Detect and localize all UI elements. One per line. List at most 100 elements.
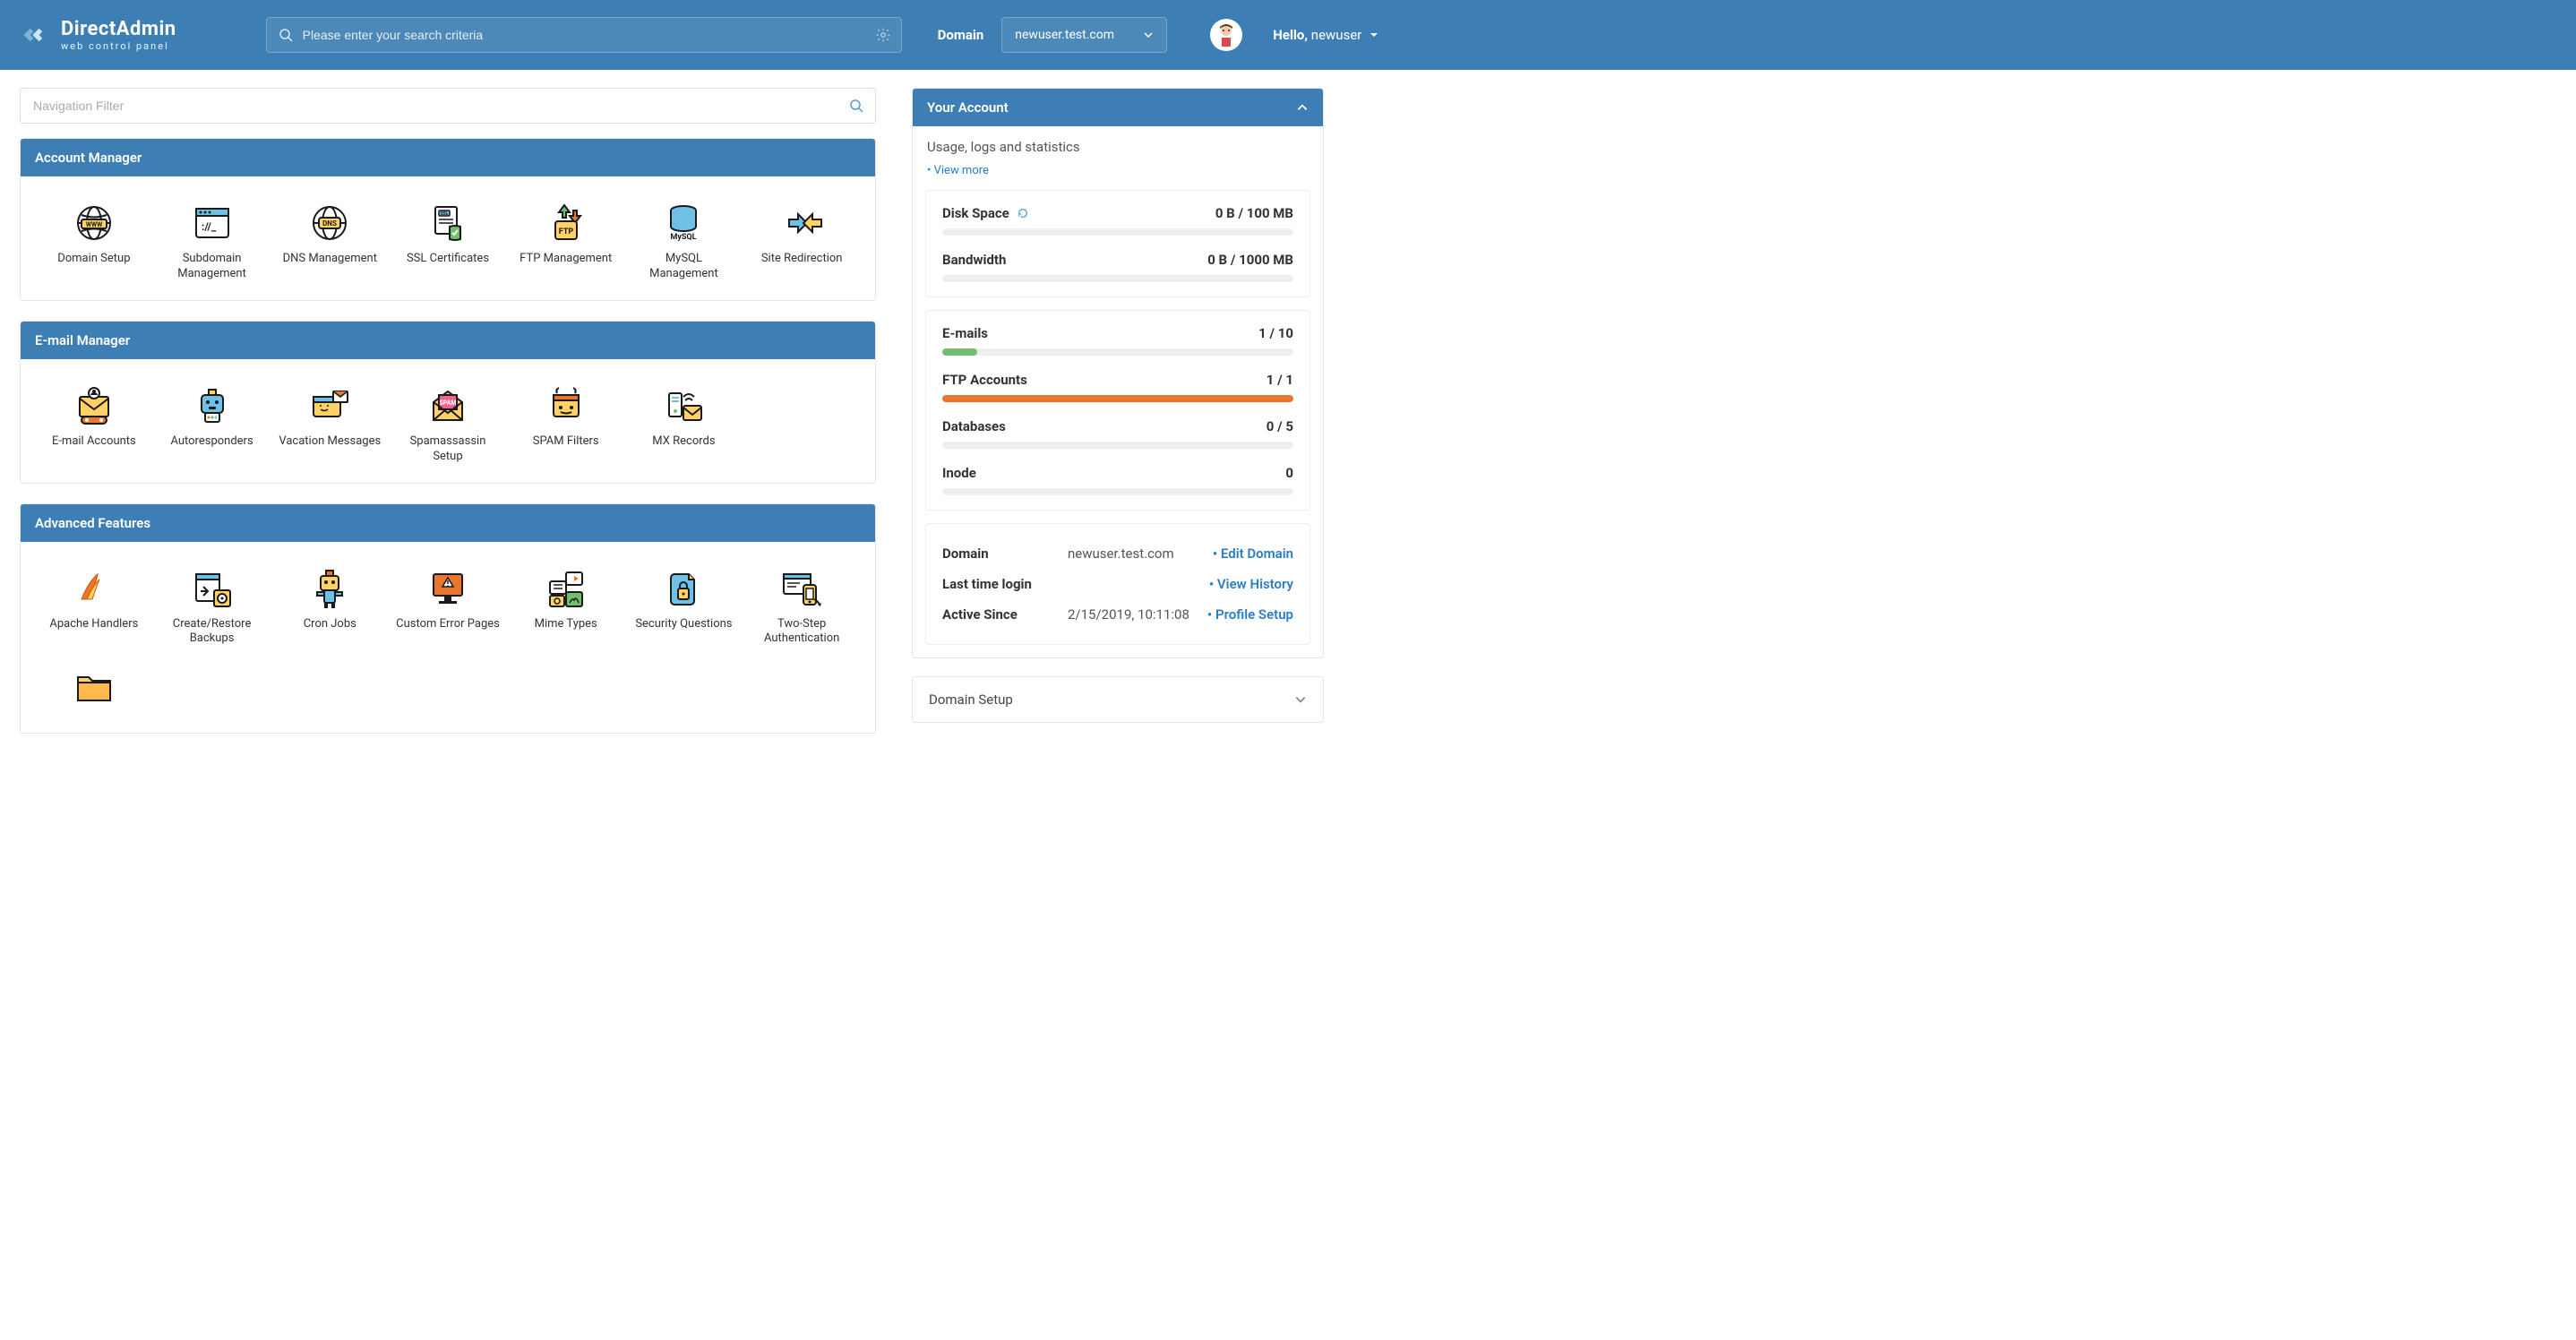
section: E-mail Manager E-mail Accounts Autorespond… bbox=[20, 321, 876, 484]
view-more-link[interactable]: • View more bbox=[913, 159, 1323, 190]
tile-mime-types[interactable]: Mime Types bbox=[511, 563, 622, 651]
security-questions-icon bbox=[662, 567, 705, 610]
tile-site-redirection[interactable]: Site Redirection bbox=[746, 198, 857, 286]
stat-value: 0 / 5 bbox=[1267, 418, 1293, 434]
progress-bar bbox=[942, 228, 1293, 236]
info-value: newuser.test.com bbox=[1068, 545, 1213, 562]
account-info-card: Domainnewuser.test.com• Edit Domain Last … bbox=[925, 523, 1310, 645]
tile-label: MX Records bbox=[631, 434, 738, 450]
tile-create-restore-backups[interactable]: Create/Restore Backups bbox=[157, 563, 268, 651]
tile-label: Domain Setup bbox=[40, 252, 148, 267]
info-action-link[interactable]: • Edit Domain bbox=[1213, 545, 1293, 562]
tile-autoresponders[interactable]: Autoresponders bbox=[157, 381, 268, 468]
svg-text:DNS: DNS bbox=[322, 219, 337, 228]
stat-row: Disk Space0 B / 100 MB bbox=[942, 205, 1293, 221]
progress-bar bbox=[942, 488, 1293, 495]
spam-filters-icon bbox=[545, 384, 588, 427]
global-search bbox=[266, 17, 902, 53]
tile-domain-setup[interactable]: WWW Domain Setup bbox=[39, 198, 150, 286]
tile-apache-handlers[interactable]: Apache Handlers bbox=[39, 563, 150, 651]
global-search-input[interactable] bbox=[266, 17, 902, 53]
info-action-link[interactable]: • Profile Setup bbox=[1207, 606, 1293, 623]
panel-subtitle: Usage, logs and statistics bbox=[913, 126, 1323, 159]
stat-row: Inode0 bbox=[942, 465, 1293, 481]
tile-label: FTP Management bbox=[512, 252, 620, 267]
user-avatar[interactable] bbox=[1210, 19, 1242, 51]
tile-label: SSL Certificates bbox=[394, 252, 502, 267]
section-body: E-mail Accounts Autoresponders Vacation Me… bbox=[21, 359, 875, 483]
tile-label: Vacation Messages bbox=[276, 434, 383, 450]
tile-label: Site Redirection bbox=[748, 252, 855, 267]
tile-mysql-management[interactable]: MySQLMySQL Management bbox=[629, 198, 740, 286]
tile-ssl-certificates[interactable]: SSL SSL Certificates bbox=[392, 198, 503, 286]
usage-stats-card: Disk Space0 B / 100 MBBandwidth0 B / 100… bbox=[925, 190, 1310, 297]
stat-name: FTP Accounts bbox=[942, 372, 1027, 388]
tile-ftp-management[interactable]: FTPFTP Management bbox=[511, 198, 622, 286]
tile-two-step-auth[interactable]: Two-Step Authentication bbox=[746, 563, 857, 651]
tile-label: Subdomain Management bbox=[159, 252, 266, 282]
info-action-link[interactable]: • View History bbox=[1209, 576, 1293, 592]
your-account-panel: Your Account Usage, logs and statistics … bbox=[912, 88, 1324, 658]
tile-security-questions[interactable]: Security Questions bbox=[629, 563, 740, 651]
tile-custom-error-pages[interactable]: Custom Error Pages bbox=[392, 563, 503, 651]
domain-setup-icon: WWW bbox=[73, 202, 116, 245]
user-menu[interactable]: Hello, newuser bbox=[1273, 27, 1379, 43]
tile-mx-records[interactable]: MX Records bbox=[629, 381, 740, 468]
progress-bar bbox=[942, 348, 1293, 356]
tile-cron-jobs[interactable]: Cron Jobs bbox=[274, 563, 385, 651]
brand-logo[interactable]: DirectAdmin web control panel bbox=[20, 18, 176, 52]
stat-value: 1 / 1 bbox=[1267, 372, 1293, 388]
tile-label: Security Questions bbox=[631, 617, 738, 632]
search-icon bbox=[279, 28, 293, 42]
section: Account Manager WWW Domain Setup ://_ Subdom… bbox=[20, 138, 876, 301]
domain-setup-collapse[interactable]: Domain Setup bbox=[912, 676, 1324, 723]
tile-spamassassin-setup[interactable]: SPAMSpamassassin Setup bbox=[392, 381, 503, 468]
info-row: Last time login• View History bbox=[942, 569, 1293, 599]
info-key: Domain bbox=[942, 545, 1068, 562]
tile-vacation-messages[interactable]: Vacation Messages bbox=[274, 381, 385, 468]
stat-name: E-mails bbox=[942, 325, 988, 341]
navigation-filter-input[interactable] bbox=[20, 88, 876, 124]
navigation-filter bbox=[20, 88, 876, 124]
refresh-icon[interactable] bbox=[1017, 207, 1029, 219]
tile-dns-management[interactable]: DNSDNS Management bbox=[274, 198, 385, 286]
section-header: E-mail Manager bbox=[21, 322, 875, 359]
cron-jobs-icon bbox=[308, 567, 351, 610]
mx-records-icon bbox=[662, 384, 705, 427]
spamassassin-setup-icon: SPAM bbox=[426, 384, 469, 427]
create-restore-backups-icon bbox=[191, 567, 234, 610]
tile-file-manager[interactable] bbox=[39, 661, 150, 718]
vacation-messages-icon bbox=[308, 384, 351, 427]
tile-subdomain-management[interactable]: ://_ Subdomain Management bbox=[157, 198, 268, 286]
two-step-auth-icon bbox=[780, 567, 823, 610]
stat-name: Disk Space bbox=[942, 205, 1029, 221]
svg-text:://_: ://_ bbox=[202, 220, 217, 233]
stat-row: E-mails1 / 10 bbox=[942, 325, 1293, 341]
svg-text:SPAM: SPAM bbox=[439, 399, 456, 407]
chevron-up-icon bbox=[1296, 101, 1309, 114]
tile-label: Create/Restore Backups bbox=[159, 617, 266, 648]
brand-subtitle: web control panel bbox=[61, 40, 176, 52]
tile-label: Custom Error Pages bbox=[394, 617, 502, 632]
stat-row: FTP Accounts 1 / 1 bbox=[942, 372, 1293, 388]
username: newuser bbox=[1311, 27, 1362, 43]
tile-email-accounts[interactable]: E-mail Accounts bbox=[39, 381, 150, 468]
mime-types-icon bbox=[545, 567, 588, 610]
tile-spam-filters[interactable]: SPAM Filters bbox=[511, 381, 622, 468]
info-key: Active Since bbox=[942, 606, 1068, 623]
chevron-down-icon bbox=[1294, 693, 1307, 706]
folder-icon bbox=[73, 665, 116, 708]
logo-icon bbox=[20, 19, 52, 51]
info-value bbox=[1068, 576, 1209, 592]
search-icon bbox=[849, 99, 863, 113]
tile-label: Autoresponders bbox=[159, 434, 266, 450]
domain-select[interactable]: newuser.test.com bbox=[1001, 17, 1167, 53]
section-header: Account Manager bbox=[21, 139, 875, 176]
chevron-down-icon bbox=[1143, 30, 1154, 40]
gear-icon[interactable] bbox=[875, 27, 891, 43]
progress-bar bbox=[942, 442, 1293, 449]
your-account-header[interactable]: Your Account bbox=[913, 89, 1323, 126]
info-row: Active Since2/15/2019, 10:11:08• Profile… bbox=[942, 599, 1293, 630]
ssl-certificates-icon: SSL bbox=[426, 202, 469, 245]
dns-management-icon: DNS bbox=[308, 202, 351, 245]
